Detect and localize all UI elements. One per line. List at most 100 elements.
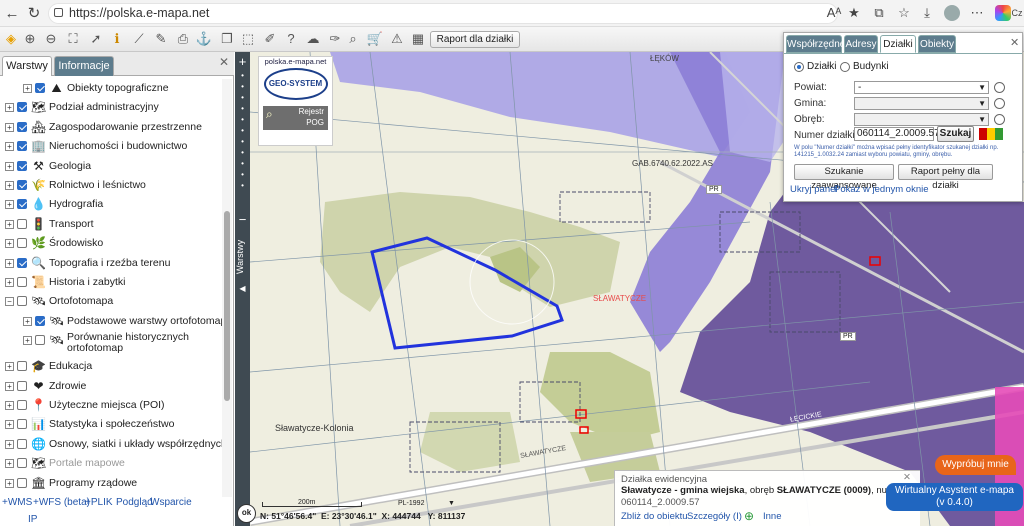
layer-checkbox[interactable] [17, 160, 27, 171]
tab-dzialki[interactable]: Działki [880, 35, 916, 53]
expand-icon[interactable]: + [5, 161, 14, 171]
layer-scrollbar[interactable] [222, 79, 232, 497]
menu-dots-icon[interactable]: ⋯ [968, 4, 986, 22]
tab-wspolrzedne[interactable]: Współrzędne [786, 35, 845, 53]
layer-checkbox[interactable] [17, 199, 27, 210]
layer-row[interactable]: + 🔍 Topografia i rzeźba terenu [0, 254, 222, 273]
layer-row[interactable]: + ⚒ Geologia [0, 157, 222, 176]
search-icon[interactable] [994, 98, 1005, 109]
expand-icon[interactable]: + [5, 459, 14, 469]
close-icon[interactable]: ✕ [219, 55, 229, 69]
layer-checkbox[interactable] [17, 180, 27, 190]
layer-row[interactable]: + 🗺 Portale mapowe [0, 454, 222, 473]
expand-icon[interactable]: + [5, 420, 14, 430]
download-icon[interactable]: ⤓ [918, 4, 936, 22]
expand-icon[interactable]: + [23, 84, 32, 93]
powiat-select[interactable]: - ▼ [854, 81, 989, 94]
refresh-icon[interactable]: ↻ [24, 4, 44, 23]
layer-checkbox[interactable] [17, 141, 27, 152]
layer-row[interactable]: + 🌿 Środowisko [0, 234, 222, 253]
layer-row[interactable]: + 🛰 Podstawowe warstwy ortofotomapy [0, 312, 222, 331]
copy-icon[interactable]: ❐ [218, 30, 236, 48]
measure-line-icon[interactable]: ⟋ [130, 30, 148, 48]
layer-checkbox[interactable] [17, 419, 27, 430]
inne-link[interactable]: Inne [763, 511, 782, 522]
layer-row[interactable]: + 🏘 Zagospodarowanie przestrzenne [0, 118, 222, 137]
expand-icon[interactable]: + [5, 381, 14, 391]
favorites-icon[interactable]: ☆ [895, 4, 913, 22]
expand-icon[interactable]: + [5, 478, 14, 488]
layer-checkbox[interactable] [17, 438, 27, 449]
rejestr-pog-badge[interactable]: ⌕ Rejestr POG [263, 106, 328, 130]
zoom-slider[interactable]: • • • • • • • • • • • [235, 70, 250, 200]
wyprobuj-bubble[interactable]: Wypróbuj mnie [935, 455, 1016, 475]
collapse-icon[interactable]: − [5, 297, 14, 307]
tab-informacje[interactable]: Informacje [54, 56, 114, 76]
layer-checkbox[interactable] [35, 335, 45, 346]
layer-row[interactable]: + 🏛 Programy rządowe [0, 474, 222, 493]
layer-checkbox[interactable] [17, 296, 27, 307]
podglad-link[interactable]: Podgląd [116, 497, 153, 508]
raport-button[interactable]: Raport dla działki [430, 31, 520, 48]
layer-row[interactable]: − 🛰 Ortofotomapa [0, 292, 222, 311]
layer-checkbox[interactable] [17, 218, 27, 229]
layer-checkbox[interactable] [17, 257, 27, 268]
layer-row[interactable]: + 🎓 Edukacja [0, 357, 222, 376]
layers-icon[interactable]: ◈ [2, 30, 20, 48]
geosystem-logo[interactable]: polska.e-mapa.net GEO-SYSTEM ⌕ Rejestr P… [258, 56, 333, 146]
tab-warstwy[interactable]: Warstwy [2, 56, 52, 76]
expand-icon[interactable]: + [5, 200, 14, 210]
zblizdo-obiektu-link[interactable]: Zbliż do obiektu [621, 511, 688, 522]
expand-icon[interactable]: + [5, 122, 14, 132]
radio-dzialki[interactable] [794, 62, 804, 72]
zoom-out-icon[interactable]: ⊖ [42, 30, 60, 48]
popup-close-icon[interactable]: ✕ [903, 472, 911, 483]
layer-row[interactable]: + 📊 Statystyka i społeczeństwo [0, 415, 222, 434]
info-icon[interactable]: ℹ [108, 30, 126, 48]
expand-icon[interactable]: + [5, 439, 14, 449]
tab-obiekty[interactable]: Obiekty [918, 35, 956, 53]
full-extent-icon[interactable]: ⛶ [64, 30, 82, 48]
profile-avatar[interactable] [944, 5, 960, 21]
expand-icon[interactable]: + [5, 181, 14, 190]
ip-link[interactable]: IP [28, 514, 37, 525]
search-icon[interactable] [994, 114, 1005, 125]
expand-icon[interactable]: + [23, 316, 32, 326]
color-legend-icon[interactable] [979, 128, 1003, 140]
layer-checkbox[interactable] [35, 315, 45, 326]
zoom-in-icon[interactable]: ⊕ [21, 30, 39, 48]
copilot-icon[interactable] [995, 5, 1011, 21]
layer-row[interactable]: + 🚦 Transport [0, 215, 222, 234]
layer-checkbox[interactable] [17, 380, 27, 391]
layer-checkbox[interactable] [17, 277, 27, 287]
layer-checkbox[interactable] [17, 121, 27, 132]
cart-icon[interactable]: 🛒 [366, 30, 384, 48]
layer-checkbox[interactable] [17, 361, 27, 372]
expand-icon[interactable]: + [5, 239, 14, 249]
search-icon[interactable] [994, 82, 1005, 93]
szukaj-button[interactable]: Szukaj [937, 126, 974, 142]
virtual-assistant-button[interactable]: Wirtualny Asystent e-mapa (v 0.4.0) [886, 483, 1023, 511]
back-icon[interactable]: ← [2, 4, 22, 23]
favorite-star-icon[interactable]: ★ [845, 4, 863, 22]
draw-icon[interactable]: ✑ [326, 30, 344, 48]
help-icon[interactable]: ? [282, 30, 300, 48]
read-aloud-icon[interactable]: Aᴬ [825, 4, 843, 22]
zoom-plus-icon[interactable]: + [235, 54, 250, 69]
szukanie-zaawansowane-button[interactable]: Szukanie zaawansowane [794, 164, 894, 191]
wms-link[interactable]: +WMS [2, 497, 32, 508]
layer-checkbox[interactable] [17, 238, 27, 249]
pokaz-w-oknie-link[interactable]: Pokaż w jednym oknie [834, 184, 929, 195]
szczegoly-link[interactable]: Szczegóły (I) [687, 511, 742, 522]
layer-row[interactable]: + 💧 Hydrografia [0, 195, 222, 214]
measure-area-icon[interactable]: ✎ [152, 30, 170, 48]
layer-checkbox[interactable] [17, 458, 27, 469]
address-bar[interactable]: https://polska.e-mapa.net [48, 3, 838, 24]
layer-checkbox[interactable] [17, 400, 27, 410]
numer-dzialki-input[interactable]: 060114_2.0009.57 [854, 127, 940, 141]
expand-icon[interactable]: + [5, 142, 14, 152]
search-map-icon[interactable]: ⌕ [344, 30, 362, 48]
profile-label[interactable]: Cz [1010, 4, 1024, 22]
layer-row[interactable]: + 🌐 Osnowy, siatki i układy współrzędnych [0, 435, 222, 454]
crs-select[interactable]: PL-1992 [398, 500, 424, 507]
